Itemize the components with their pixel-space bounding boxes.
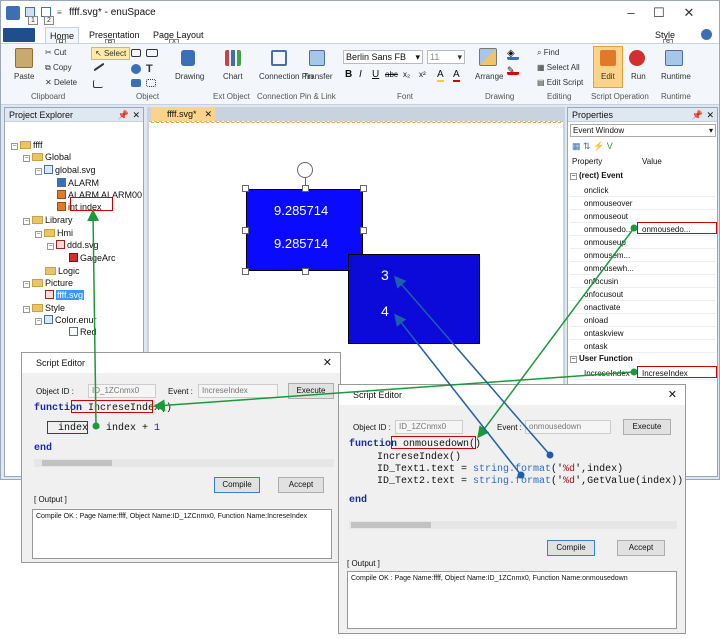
annotation-arrows [87,209,638,479]
arrow-blue-dot [546,451,554,459]
arrow-green-dot [630,224,638,232]
arrow-green-dot-2 [630,368,638,376]
arrow-blue-text1 [394,275,551,456]
arrow-green-dot-3 [92,422,100,430]
arrow-green-increseindex [153,371,635,412]
arrow-blue-text2 [394,313,522,476]
arrow-green-index [87,209,100,427]
arrow-blue-dot-2 [517,471,525,479]
arrow-green-onmousedown [477,227,635,439]
